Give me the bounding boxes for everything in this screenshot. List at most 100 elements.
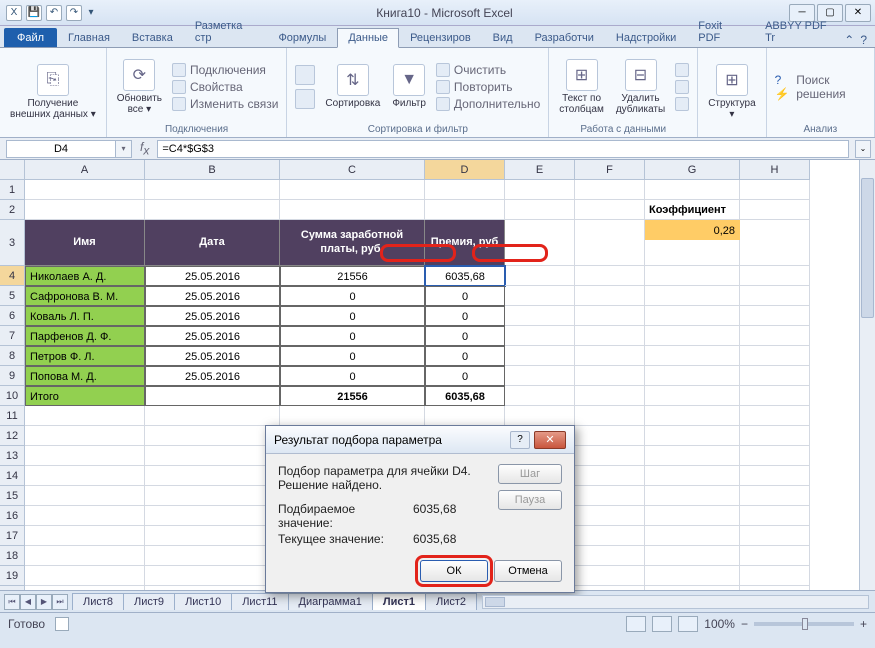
cell[interactable] bbox=[740, 326, 810, 346]
sheet-nav-first[interactable]: ⏮ bbox=[4, 594, 20, 610]
undo-icon[interactable]: ↶ bbox=[46, 5, 62, 21]
row-header[interactable]: 19 bbox=[0, 566, 25, 586]
cell[interactable] bbox=[645, 406, 740, 426]
solver-button[interactable]: ?⚡Поиск решения bbox=[773, 72, 868, 102]
cell[interactable] bbox=[740, 386, 810, 406]
cell[interactable] bbox=[25, 466, 145, 486]
cell[interactable] bbox=[505, 266, 575, 286]
cell[interactable] bbox=[280, 180, 425, 200]
zoom-in-button[interactable]: + bbox=[860, 617, 867, 631]
cell[interactable] bbox=[740, 366, 810, 386]
cell[interactable] bbox=[645, 366, 740, 386]
cell[interactable]: 0 bbox=[425, 326, 505, 346]
cell[interactable] bbox=[425, 180, 505, 200]
cell[interactable] bbox=[25, 200, 145, 220]
page-layout-button[interactable] bbox=[652, 616, 672, 632]
cell[interactable] bbox=[25, 586, 145, 590]
cell[interactable]: 21556 bbox=[280, 266, 425, 286]
cell[interactable] bbox=[645, 306, 740, 326]
cell[interactable] bbox=[25, 180, 145, 200]
cell[interactable]: 25.05.2016 bbox=[145, 326, 280, 346]
sheet-tab[interactable]: Лист10 bbox=[174, 593, 232, 610]
col-header[interactable]: E bbox=[505, 160, 575, 180]
sheet-nav-next[interactable]: ▶ bbox=[36, 594, 52, 610]
remove-duplicates-button[interactable]: ⊟ Удалить дубликаты bbox=[612, 57, 669, 117]
cell[interactable]: 25.05.2016 bbox=[145, 346, 280, 366]
row-header[interactable]: 14 bbox=[0, 466, 25, 486]
sort-desc-button[interactable] bbox=[293, 88, 317, 110]
cell[interactable] bbox=[25, 446, 145, 466]
zoom-level[interactable]: 100% bbox=[704, 617, 735, 631]
advanced-button[interactable]: Дополнительно bbox=[434, 96, 542, 112]
cell[interactable]: 0 bbox=[425, 366, 505, 386]
cell[interactable] bbox=[740, 486, 810, 506]
cell[interactable] bbox=[575, 180, 645, 200]
cell[interactable] bbox=[575, 426, 645, 446]
cell[interactable] bbox=[645, 486, 740, 506]
properties-button[interactable]: Свойства bbox=[170, 79, 280, 95]
cell[interactable] bbox=[25, 566, 145, 586]
cell[interactable] bbox=[145, 180, 280, 200]
cell[interactable] bbox=[280, 200, 425, 220]
cell[interactable] bbox=[145, 200, 280, 220]
row-header[interactable]: 6 bbox=[0, 306, 25, 326]
cell[interactable]: Попова М. Д. bbox=[25, 366, 145, 386]
cell[interactable] bbox=[25, 426, 145, 446]
normal-view-button[interactable] bbox=[626, 616, 646, 632]
cell[interactable] bbox=[645, 266, 740, 286]
close-button[interactable]: ✕ bbox=[845, 4, 871, 22]
cell[interactable]: 0 bbox=[425, 306, 505, 326]
cell[interactable] bbox=[740, 506, 810, 526]
cell[interactable] bbox=[645, 566, 740, 586]
col-header[interactable]: F bbox=[575, 160, 645, 180]
cell[interactable]: Имя bbox=[25, 220, 145, 266]
cell[interactable] bbox=[740, 406, 810, 426]
tab-addins[interactable]: Надстройки bbox=[605, 28, 687, 47]
cell[interactable] bbox=[145, 546, 280, 566]
cell[interactable] bbox=[280, 406, 425, 426]
cell[interactable] bbox=[145, 566, 280, 586]
text-to-columns-button[interactable]: ⊞ Текст по столбцам bbox=[555, 57, 608, 117]
cell[interactable]: Премия, руб bbox=[425, 220, 505, 266]
sheet-tab[interactable]: Лист2 bbox=[425, 593, 477, 610]
dialog-help-button[interactable]: ? bbox=[510, 431, 530, 449]
cell[interactable] bbox=[740, 346, 810, 366]
cell[interactable]: 6035,68 bbox=[425, 266, 505, 286]
sort-button[interactable]: ⇅ Сортировка bbox=[321, 62, 384, 111]
cell[interactable] bbox=[645, 180, 740, 200]
tab-layout[interactable]: Разметка стр bbox=[184, 16, 268, 47]
cell[interactable] bbox=[575, 220, 645, 266]
tab-home[interactable]: Главная bbox=[57, 28, 121, 47]
cell[interactable] bbox=[645, 546, 740, 566]
cell[interactable] bbox=[740, 466, 810, 486]
sheet-tab[interactable]: Лист1 bbox=[372, 593, 426, 610]
cell[interactable] bbox=[740, 220, 810, 266]
cell[interactable] bbox=[575, 200, 645, 220]
zoom-slider[interactable] bbox=[754, 622, 854, 626]
cell[interactable] bbox=[740, 200, 810, 220]
name-box-dropdown[interactable]: ▾ bbox=[116, 140, 132, 158]
cell[interactable] bbox=[145, 406, 280, 426]
cell[interactable] bbox=[645, 446, 740, 466]
row-header[interactable]: 15 bbox=[0, 486, 25, 506]
cell[interactable] bbox=[740, 180, 810, 200]
cell[interactable]: Сумма заработной платы, руб. bbox=[280, 220, 425, 266]
row-header[interactable]: 16 bbox=[0, 506, 25, 526]
whatif-button[interactable] bbox=[673, 96, 691, 112]
formula-expand-icon[interactable]: ⌄ bbox=[855, 140, 871, 158]
cell[interactable] bbox=[25, 546, 145, 566]
cell[interactable] bbox=[25, 406, 145, 426]
cell[interactable]: 0 bbox=[280, 366, 425, 386]
cell[interactable] bbox=[740, 446, 810, 466]
tab-view[interactable]: Вид bbox=[482, 28, 524, 47]
vertical-scrollbar[interactable] bbox=[859, 160, 875, 590]
cell[interactable] bbox=[25, 486, 145, 506]
cell[interactable] bbox=[575, 526, 645, 546]
cell[interactable] bbox=[145, 386, 280, 406]
cell[interactable]: 0,28 bbox=[645, 220, 740, 240]
cell[interactable] bbox=[575, 406, 645, 426]
cell[interactable] bbox=[645, 240, 740, 266]
cell[interactable]: 6035,68 bbox=[425, 386, 505, 406]
cell[interactable] bbox=[505, 286, 575, 306]
cell[interactable] bbox=[645, 426, 740, 446]
